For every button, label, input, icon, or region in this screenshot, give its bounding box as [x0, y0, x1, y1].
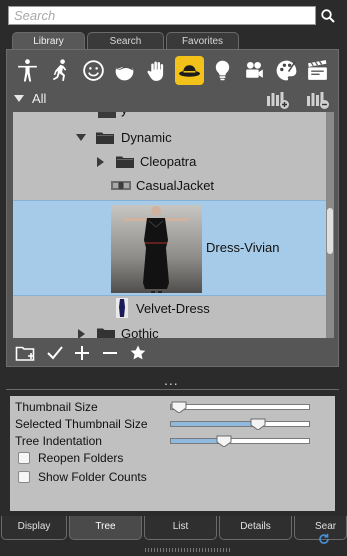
material-icon[interactable]: [272, 56, 301, 85]
selected-thumbnail-size-label: Selected Thumbnail Size: [15, 417, 148, 431]
content-add-icon[interactable]: [266, 90, 290, 110]
expand-arrow-icon[interactable]: [97, 157, 104, 167]
star-icon: [130, 345, 146, 360]
selected-thumbnail-size-slider[interactable]: [170, 421, 310, 427]
tree-label: Cleopatra: [140, 154, 197, 169]
expression-icon[interactable]: [79, 56, 108, 85]
tab-library[interactable]: Library: [12, 32, 85, 50]
tree-row-partial[interactable]: y: [13, 112, 326, 126]
camera-icon[interactable]: [240, 56, 269, 85]
add-button[interactable]: [71, 342, 93, 364]
tab-display[interactable]: Display: [1, 516, 67, 540]
tree-label: Velvet-Dress: [136, 301, 210, 316]
slider-handle[interactable]: [216, 435, 232, 447]
reopen-folders-label: Reopen Folders: [38, 451, 124, 465]
remove-button[interactable]: [99, 342, 121, 364]
accept-button[interactable]: [44, 342, 66, 364]
resize-grip[interactable]: [145, 548, 230, 552]
tree-row-dress-vivian[interactable]: Dress-Vivian: [13, 200, 326, 296]
tree-row-dynamic[interactable]: Dynamic: [13, 126, 326, 150]
show-folder-counts-checkbox[interactable]: [18, 471, 30, 483]
check-icon: [47, 346, 63, 360]
tab-favorites[interactable]: Favorites: [166, 32, 239, 50]
figure-icon[interactable]: [13, 56, 42, 85]
expand-arrow-icon[interactable]: [76, 134, 86, 141]
tree-label: Dynamic: [121, 130, 172, 145]
folder-icon: [96, 132, 114, 144]
chevron-down-icon: [14, 95, 24, 102]
tab-tree[interactable]: Tree: [69, 516, 142, 540]
tree-row-gothic[interactable]: Gothic: [13, 320, 326, 338]
scene-icon[interactable]: [303, 56, 332, 85]
reopen-folders-checkbox[interactable]: [18, 452, 30, 464]
tree-row-casualjacket[interactable]: CasualJacket: [13, 174, 326, 198]
tree-settings-panel: Thumbnail Size Selected Thumbnail Size T…: [10, 396, 335, 511]
pose-icon[interactable]: [46, 56, 75, 85]
tree-label: Gothic: [121, 326, 159, 338]
tree-scrollbar[interactable]: [326, 112, 334, 338]
folder-icon: [116, 156, 134, 168]
slider-handle[interactable]: [171, 401, 187, 413]
slider-fill: [171, 422, 258, 426]
tab-details[interactable]: Details: [219, 516, 292, 540]
minus-icon: [103, 352, 117, 354]
search-icon[interactable]: [320, 8, 336, 24]
filter-label: All: [32, 91, 47, 106]
tree-label: CasualJacket: [136, 178, 215, 193]
new-folder-icon: [15, 346, 35, 361]
dress-thumbnail: [111, 205, 202, 293]
plus-icon: [75, 346, 89, 360]
tree-indentation-slider[interactable]: [170, 438, 310, 444]
folder-icon: [97, 328, 115, 338]
content-remove-icon[interactable]: [306, 90, 330, 110]
scrollbar-thumb[interactable]: [327, 208, 333, 254]
thumbnail-size-slider[interactable]: [170, 404, 310, 410]
content-tree[interactable]: y Dynamic Cleopatra CasualJacket: [13, 112, 334, 338]
expand-arrow-icon[interactable]: [78, 329, 85, 338]
wardrobe-hat-icon[interactable]: [175, 56, 204, 85]
tree-indentation-label: Tree Indentation: [15, 434, 102, 448]
jacket-thumbnail-icon: [111, 181, 131, 190]
hand-icon[interactable]: [143, 56, 172, 85]
tree-row-velvet-dress[interactable]: Velvet-Dress: [13, 296, 326, 320]
new-folder-button[interactable]: [15, 342, 37, 364]
tab-search[interactable]: Search: [87, 32, 164, 50]
search-input[interactable]: [9, 7, 315, 24]
panel-splitter[interactable]: [6, 389, 339, 390]
more-options-handle[interactable]: ...: [164, 372, 179, 388]
slider-handle[interactable]: [250, 418, 266, 430]
tree-label: Dress-Vivian: [206, 240, 280, 255]
refresh-icon[interactable]: [318, 533, 330, 545]
favorite-button[interactable]: [127, 342, 149, 364]
light-icon[interactable]: [208, 56, 237, 85]
search-field[interactable]: [8, 6, 316, 25]
hair-icon[interactable]: [110, 56, 139, 85]
show-folder-counts-label: Show Folder Counts: [38, 470, 147, 484]
thumbnail-size-label: Thumbnail Size: [15, 400, 98, 414]
dress-thumbnail-icon: [116, 298, 128, 318]
folder-icon: [98, 112, 116, 118]
tree-row-cleopatra[interactable]: Cleopatra: [13, 150, 326, 174]
tab-list[interactable]: List: [144, 516, 217, 540]
